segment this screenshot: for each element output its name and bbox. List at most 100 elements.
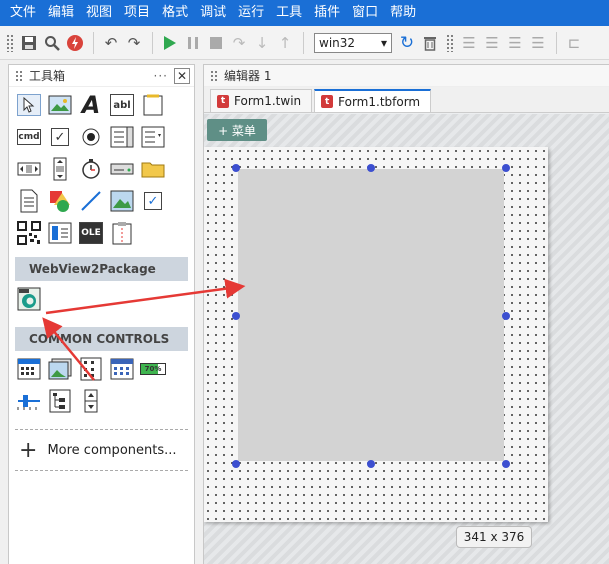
common-controls-section-header[interactable]: COMMON CONTROLS: [15, 327, 188, 351]
dirlistbox-tool[interactable]: [139, 155, 167, 183]
platform-select[interactable]: win32 ▾: [314, 32, 392, 53]
webview-tools-grid: [9, 281, 194, 319]
tab-form1-tbform[interactable]: t Form1.tbform: [314, 89, 432, 112]
webview-section-header[interactable]: WebView2Package: [15, 257, 188, 281]
resize-handle-nw[interactable]: [232, 164, 240, 172]
line-tool[interactable]: [77, 187, 105, 215]
tbform-file-icon: t: [321, 95, 334, 108]
webview2-tool[interactable]: [15, 285, 43, 313]
step-out-icon[interactable]: ↑: [274, 32, 296, 54]
menu-plugins[interactable]: 插件: [308, 0, 346, 26]
redo-icon[interactable]: ↷: [123, 32, 145, 54]
undo-icon[interactable]: ↶: [100, 32, 122, 54]
menu-project[interactable]: 项目: [118, 0, 156, 26]
menu-run[interactable]: 运行: [232, 0, 270, 26]
drive-icon: [110, 163, 134, 175]
align-edges-icon[interactable]: ⊏: [563, 32, 585, 54]
toolbar-grip-2[interactable]: [446, 33, 454, 52]
filelistbox-tool[interactable]: [15, 187, 43, 215]
resize-handle-w[interactable]: [232, 312, 240, 320]
more-options-icon[interactable]: ···: [154, 69, 168, 83]
menu-tools[interactable]: 工具: [270, 0, 308, 26]
timer-tool[interactable]: [77, 155, 105, 183]
menu-help[interactable]: 帮助: [384, 0, 422, 26]
hscrollbar-tool[interactable]: [15, 155, 43, 183]
toolbar-grip[interactable]: [6, 33, 14, 52]
listbox-icon: [141, 126, 165, 148]
more-components-button[interactable]: + More components...: [9, 430, 194, 470]
step-into-icon[interactable]: ↓: [251, 32, 273, 54]
align-right-icon[interactable]: ☰: [504, 32, 526, 54]
design-surface[interactable]: + 菜单 341 x 376: [204, 114, 609, 564]
listbox-tool[interactable]: [139, 123, 167, 151]
progressbar-tool[interactable]: 70%: [139, 355, 167, 383]
resize-handle-sw[interactable]: [232, 460, 240, 468]
shape-tool[interactable]: [46, 187, 74, 215]
treeview-tool[interactable]: [46, 387, 74, 415]
align-left-icon[interactable]: ☰: [458, 32, 480, 54]
commandbutton-tool[interactable]: cmd: [15, 123, 43, 151]
slider-tool[interactable]: [15, 387, 43, 415]
imagelist-tool[interactable]: [46, 355, 74, 383]
qrcode-icon: [17, 221, 41, 245]
listview-tool[interactable]: [77, 355, 105, 383]
shapes-icon: [50, 191, 70, 212]
ole-tool[interactable]: OLE: [77, 219, 105, 247]
menu-window[interactable]: 窗口: [346, 0, 384, 26]
align-justify-icon[interactable]: ☰: [527, 32, 549, 54]
tab-form1-twin[interactable]: t Form1.twin: [210, 89, 313, 112]
add-menu-button[interactable]: + 菜单: [207, 119, 267, 141]
frame-tool[interactable]: [139, 91, 167, 119]
vscrollbar-tool[interactable]: [46, 155, 74, 183]
menu-view[interactable]: 视图: [80, 0, 118, 26]
step-over-icon[interactable]: ↷: [228, 32, 250, 54]
calendar-tool[interactable]: [15, 355, 43, 383]
monthview-tool[interactable]: [108, 355, 136, 383]
checkbox2-tool[interactable]: ✓: [139, 187, 167, 215]
resize-handle-n[interactable]: [367, 164, 375, 172]
panel-grip[interactable]: [210, 69, 218, 82]
toolbox-panel: 工具箱 ··· ✕ A abl cmd ✓ ✓ OLE WebView2Pack…: [8, 64, 195, 564]
optionbutton-tool[interactable]: [77, 123, 105, 151]
clipboard-tool[interactable]: [108, 219, 136, 247]
menu-format[interactable]: 格式: [156, 0, 194, 26]
updown-tool[interactable]: [77, 387, 105, 415]
panel-grip[interactable]: [15, 69, 23, 82]
align-center-icon[interactable]: ☰: [481, 32, 503, 54]
webview2-control[interactable]: [238, 169, 504, 461]
editor-header: 编辑器 1: [204, 65, 609, 87]
menu-edit[interactable]: 编辑: [42, 0, 80, 26]
image-tool[interactable]: [108, 187, 136, 215]
form-canvas[interactable]: [204, 147, 548, 522]
find-icon[interactable]: [41, 32, 63, 54]
hscroll-icon: [17, 162, 41, 176]
label-tool[interactable]: A: [77, 91, 105, 119]
picturebox-tool[interactable]: [46, 91, 74, 119]
textbox-tool[interactable]: abl: [108, 91, 136, 119]
webview2-icon: [17, 287, 41, 311]
combobox-tool[interactable]: [108, 123, 136, 151]
clipboard-icon: [112, 222, 132, 245]
pause-icon[interactable]: [182, 32, 204, 54]
resize-handle-ne[interactable]: [502, 164, 510, 172]
stop-icon[interactable]: [205, 32, 227, 54]
resize-handle-e[interactable]: [502, 312, 510, 320]
play-icon[interactable]: [159, 32, 181, 54]
resize-handle-s[interactable]: [367, 460, 375, 468]
save-icon[interactable]: [18, 32, 40, 54]
close-icon[interactable]: ✕: [174, 67, 190, 84]
data-tool[interactable]: [46, 219, 74, 247]
qrcode-tool[interactable]: [15, 219, 43, 247]
menu-file[interactable]: 文件: [4, 0, 42, 26]
menu-debug[interactable]: 调试: [194, 0, 232, 26]
checkbox-tool[interactable]: ✓: [46, 123, 74, 151]
chevron-down-icon: ▾: [380, 35, 387, 50]
ole-icon: OLE: [79, 222, 103, 244]
drivelistbox-tool[interactable]: [108, 155, 136, 183]
refresh-icon[interactable]: ↻: [396, 32, 418, 54]
timer-icon: [82, 159, 100, 179]
stop-build-icon[interactable]: [64, 32, 86, 54]
trash-icon[interactable]: [419, 32, 441, 54]
pointer-tool[interactable]: [15, 91, 43, 119]
resize-handle-se[interactable]: [502, 460, 510, 468]
